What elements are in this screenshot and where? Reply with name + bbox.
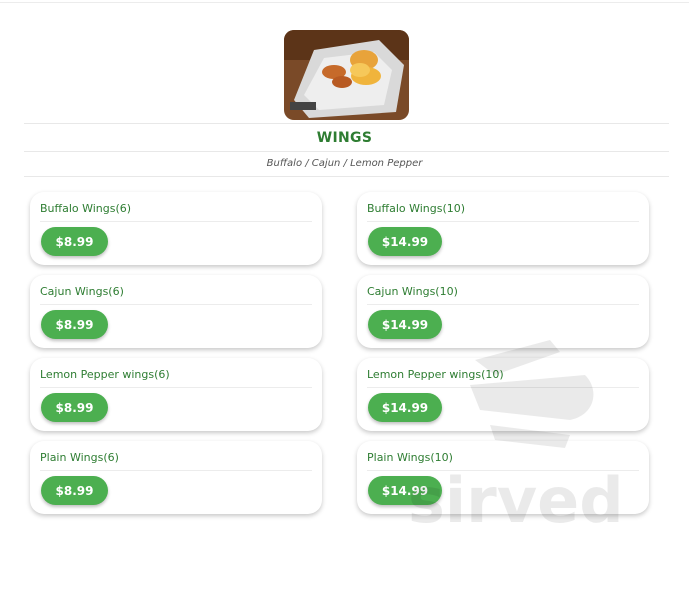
- item-name: Lemon Pepper wings(10): [367, 368, 504, 381]
- item-name: Cajun Wings(10): [367, 285, 458, 298]
- divider: [40, 387, 312, 388]
- divider: [24, 176, 669, 177]
- divider: [40, 221, 312, 222]
- price-button[interactable]: $14.99: [368, 310, 442, 339]
- top-divider: [0, 2, 689, 3]
- menu-item-card[interactable]: Cajun Wings(10) $14.99: [357, 275, 649, 348]
- item-name: Cajun Wings(6): [40, 285, 124, 298]
- divider: [367, 304, 639, 305]
- category-subtitle: Buffalo / Cajun / Lemon Pepper: [266, 158, 423, 169]
- menu-item-card[interactable]: Buffalo Wings(6) $8.99: [30, 192, 322, 265]
- item-name: Buffalo Wings(6): [40, 202, 132, 215]
- price-button[interactable]: $8.99: [41, 393, 108, 422]
- menu-item-card[interactable]: Lemon Pepper wings(6) $8.99: [30, 358, 322, 431]
- divider: [24, 151, 669, 152]
- item-name: Plain Wings(6): [40, 451, 119, 464]
- item-name: Plain Wings(10): [367, 451, 453, 464]
- divider: [367, 470, 639, 471]
- price-button[interactable]: $14.99: [368, 227, 442, 256]
- divider: [367, 387, 639, 388]
- menu-item-card[interactable]: Lemon Pepper wings(10) $14.99: [357, 358, 649, 431]
- menu-item-card[interactable]: Cajun Wings(6) $8.99: [30, 275, 322, 348]
- divider: [40, 470, 312, 471]
- menu-item-card[interactable]: Buffalo Wings(10) $14.99: [357, 192, 649, 265]
- item-name: Buffalo Wings(10): [367, 202, 466, 215]
- item-name: Lemon Pepper wings(6): [40, 368, 170, 381]
- category-image: [284, 30, 409, 120]
- category-title: WINGS: [316, 130, 373, 146]
- price-button[interactable]: $8.99: [41, 310, 108, 339]
- menu-item-card[interactable]: Plain Wings(10) $14.99: [357, 441, 649, 514]
- price-button[interactable]: $14.99: [368, 476, 442, 505]
- price-button[interactable]: $14.99: [368, 393, 442, 422]
- divider: [367, 221, 639, 222]
- price-button[interactable]: $8.99: [41, 476, 108, 505]
- divider: [40, 304, 312, 305]
- menu-item-card[interactable]: Plain Wings(6) $8.99: [30, 441, 322, 514]
- divider: [24, 123, 669, 124]
- price-button[interactable]: $8.99: [41, 227, 108, 256]
